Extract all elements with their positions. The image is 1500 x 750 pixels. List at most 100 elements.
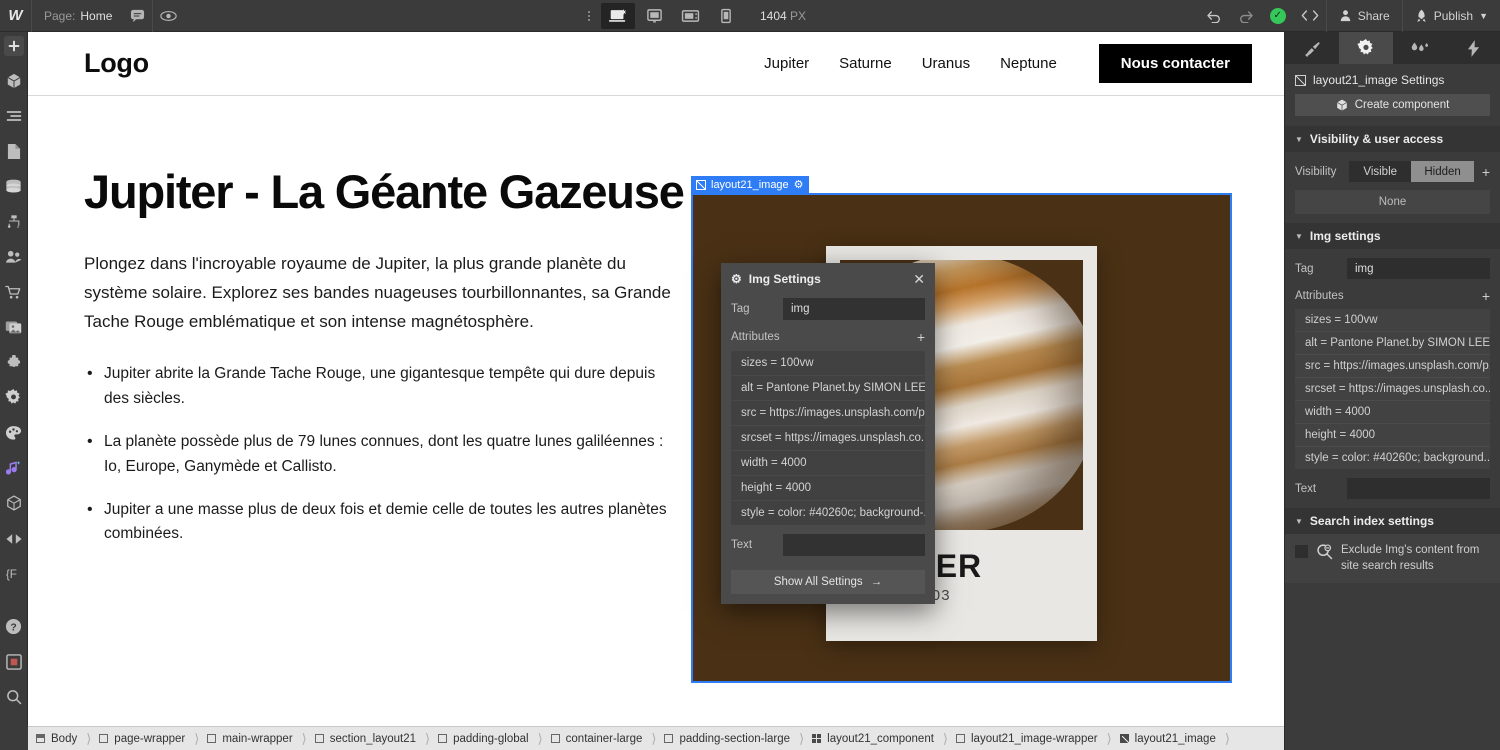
- exclude-search-checkbox[interactable]: [1295, 545, 1308, 558]
- tab-settings[interactable]: [1339, 32, 1393, 64]
- comment-icon[interactable]: [122, 0, 152, 32]
- person-icon: [1339, 9, 1352, 22]
- tablet-viewport-button[interactable]: [673, 3, 707, 29]
- undo-icon[interactable]: [1198, 0, 1230, 32]
- puzzle-icon[interactable]: [0, 345, 28, 380]
- visibility-option-visible[interactable]: Visible: [1349, 161, 1411, 182]
- attribute-item[interactable]: width = 4000: [1295, 401, 1490, 424]
- breadcrumb-item-section-layout21[interactable]: section_layout21: [307, 727, 425, 750]
- visibility-condition-value[interactable]: None: [1295, 190, 1490, 214]
- gear-icon[interactable]: [0, 380, 28, 415]
- sitemap-icon[interactable]: x: [0, 204, 28, 239]
- plus-icon[interactable]: +: [1482, 288, 1490, 304]
- nav-link-saturne[interactable]: Saturne: [839, 55, 892, 72]
- breadcrumb-item-layout21-image-wrapper[interactable]: layout21_image-wrapper: [948, 727, 1107, 750]
- create-component-button[interactable]: Create component: [1295, 94, 1490, 116]
- text-input[interactable]: [783, 534, 925, 556]
- breadcrumb-item-main-wrapper[interactable]: main-wrapper: [199, 727, 301, 750]
- show-all-settings-label: Show All Settings: [774, 576, 863, 588]
- mobile-viewport-button[interactable]: [709, 3, 743, 29]
- breadcrumb-item-padding-global[interactable]: padding-global: [430, 727, 537, 750]
- attribute-item[interactable]: srcset = https://images.unsplash.co...: [731, 426, 925, 451]
- search-icon[interactable]: [0, 680, 28, 715]
- img-tag-input[interactable]: img: [1347, 258, 1490, 279]
- breadcrumb-item-container-large[interactable]: container-large: [543, 727, 652, 750]
- attribute-item[interactable]: srcset = https://images.unsplash.co...: [1295, 378, 1490, 401]
- gear-icon[interactable]: ⚙: [794, 178, 804, 191]
- site-nav: Jupiter Saturne Uranus Neptune Nous cont…: [764, 44, 1252, 83]
- more-vertical-icon[interactable]: [578, 11, 600, 21]
- palette-icon[interactable]: [0, 415, 28, 450]
- breadcrumb-item-padding-section-large[interactable]: padding-section-large: [656, 727, 799, 750]
- visibility-segmented-control: Visible Hidden: [1349, 161, 1474, 182]
- popover-text-row: Text: [721, 525, 935, 565]
- section-search-index[interactable]: ▼ Search index settings: [1285, 508, 1500, 534]
- cube-icon[interactable]: [0, 64, 28, 99]
- breadcrumb-item-body[interactable]: Body: [28, 727, 86, 750]
- webflow-logo[interactable]: W: [0, 0, 32, 32]
- selection-badge[interactable]: layout21_image ⚙: [691, 176, 809, 193]
- animate-icon[interactable]: [0, 521, 28, 556]
- plus-icon[interactable]: +: [917, 329, 925, 345]
- tab-effects[interactable]: [1393, 32, 1447, 64]
- attribute-item[interactable]: height = 4000: [731, 476, 925, 501]
- images-icon[interactable]: [0, 310, 28, 345]
- publish-button[interactable]: Publish ▼: [1403, 0, 1500, 32]
- tab-interactions[interactable]: [1446, 32, 1500, 64]
- img-text-input[interactable]: [1347, 478, 1490, 499]
- users-icon[interactable]: [0, 239, 28, 274]
- show-all-settings-button[interactable]: Show All Settings →: [731, 570, 925, 594]
- attribute-item[interactable]: alt = Pantone Planet.by SIMON LEE: [1295, 332, 1490, 355]
- tag-input[interactable]: img: [783, 298, 925, 320]
- nav-link-uranus[interactable]: Uranus: [922, 55, 970, 72]
- nav-link-jupiter[interactable]: Jupiter: [764, 55, 809, 72]
- page-value: Home: [80, 9, 112, 23]
- visibility-option-hidden[interactable]: Hidden: [1411, 161, 1473, 182]
- breadcrumb-item-layout21-image[interactable]: layout21_image: [1112, 727, 1225, 750]
- cart-icon[interactable]: [0, 275, 28, 310]
- attribute-item[interactable]: height = 4000: [1295, 424, 1490, 447]
- popover-header: ⚙ Img Settings ✕: [721, 263, 935, 295]
- layers-list-icon[interactable]: [0, 99, 28, 134]
- magic-note-icon[interactable]: [0, 451, 28, 486]
- cube-outline-icon[interactable]: [0, 486, 28, 521]
- section-visibility[interactable]: ▼ Visibility & user access: [1285, 126, 1500, 152]
- section-img-settings[interactable]: ▼ Img settings: [1285, 223, 1500, 249]
- contact-cta-button[interactable]: Nous contacter: [1099, 44, 1252, 83]
- braces-f-icon[interactable]: {F: [0, 556, 28, 591]
- tablet-large-viewport-button[interactable]: [637, 3, 671, 29]
- question-circle-icon[interactable]: ?: [0, 609, 28, 644]
- viewport-width[interactable]: 1404 PX: [760, 9, 806, 23]
- breadcrumb-item-page-wrapper[interactable]: page-wrapper: [91, 727, 194, 750]
- breadcrumb-item-layout21-component[interactable]: layout21_component: [804, 727, 943, 750]
- attribute-item[interactable]: sizes = 100vw: [731, 351, 925, 376]
- attribute-item[interactable]: alt = Pantone Planet.by SIMON LEE: [731, 376, 925, 401]
- tab-style[interactable]: [1285, 32, 1339, 64]
- check-circle-icon[interactable]: ✓: [1262, 0, 1294, 32]
- plus-square-icon[interactable]: [4, 36, 24, 56]
- attribute-item[interactable]: src = https://images.unsplash.com/p...: [731, 401, 925, 426]
- site-logo[interactable]: Logo: [84, 48, 149, 79]
- desktop-viewport-button[interactable]: [601, 3, 635, 29]
- close-icon[interactable]: ✕: [913, 271, 925, 288]
- div-icon: [956, 734, 965, 743]
- page-selector[interactable]: Page: Home: [32, 0, 122, 32]
- attribute-item[interactable]: width = 4000: [731, 451, 925, 476]
- page-icon[interactable]: [0, 134, 28, 169]
- attribute-item[interactable]: style = color: #40260c; background...: [1295, 447, 1490, 469]
- nav-link-neptune[interactable]: Neptune: [1000, 55, 1057, 72]
- record-square-icon[interactable]: [0, 645, 28, 680]
- page-title: Jupiter - La Géante Gazeuse: [84, 166, 684, 219]
- redo-icon[interactable]: [1230, 0, 1262, 32]
- share-button[interactable]: Share: [1327, 0, 1402, 32]
- eye-icon[interactable]: [153, 0, 183, 32]
- grid-icon: [812, 734, 821, 743]
- code-icon[interactable]: [1294, 0, 1326, 32]
- database-icon[interactable]: [0, 169, 28, 204]
- plus-icon[interactable]: +: [1482, 164, 1490, 180]
- design-canvas[interactable]: Logo Jupiter Saturne Uranus Neptune Nous…: [28, 32, 1284, 726]
- attribute-item[interactable]: style = color: #40260c; background-...: [731, 501, 925, 525]
- img-settings-popover[interactable]: ⚙ Img Settings ✕ Tag img Attributes + si…: [721, 263, 935, 604]
- attribute-item[interactable]: src = https://images.unsplash.com/p...: [1295, 355, 1490, 378]
- attribute-item[interactable]: sizes = 100vw: [1295, 309, 1490, 332]
